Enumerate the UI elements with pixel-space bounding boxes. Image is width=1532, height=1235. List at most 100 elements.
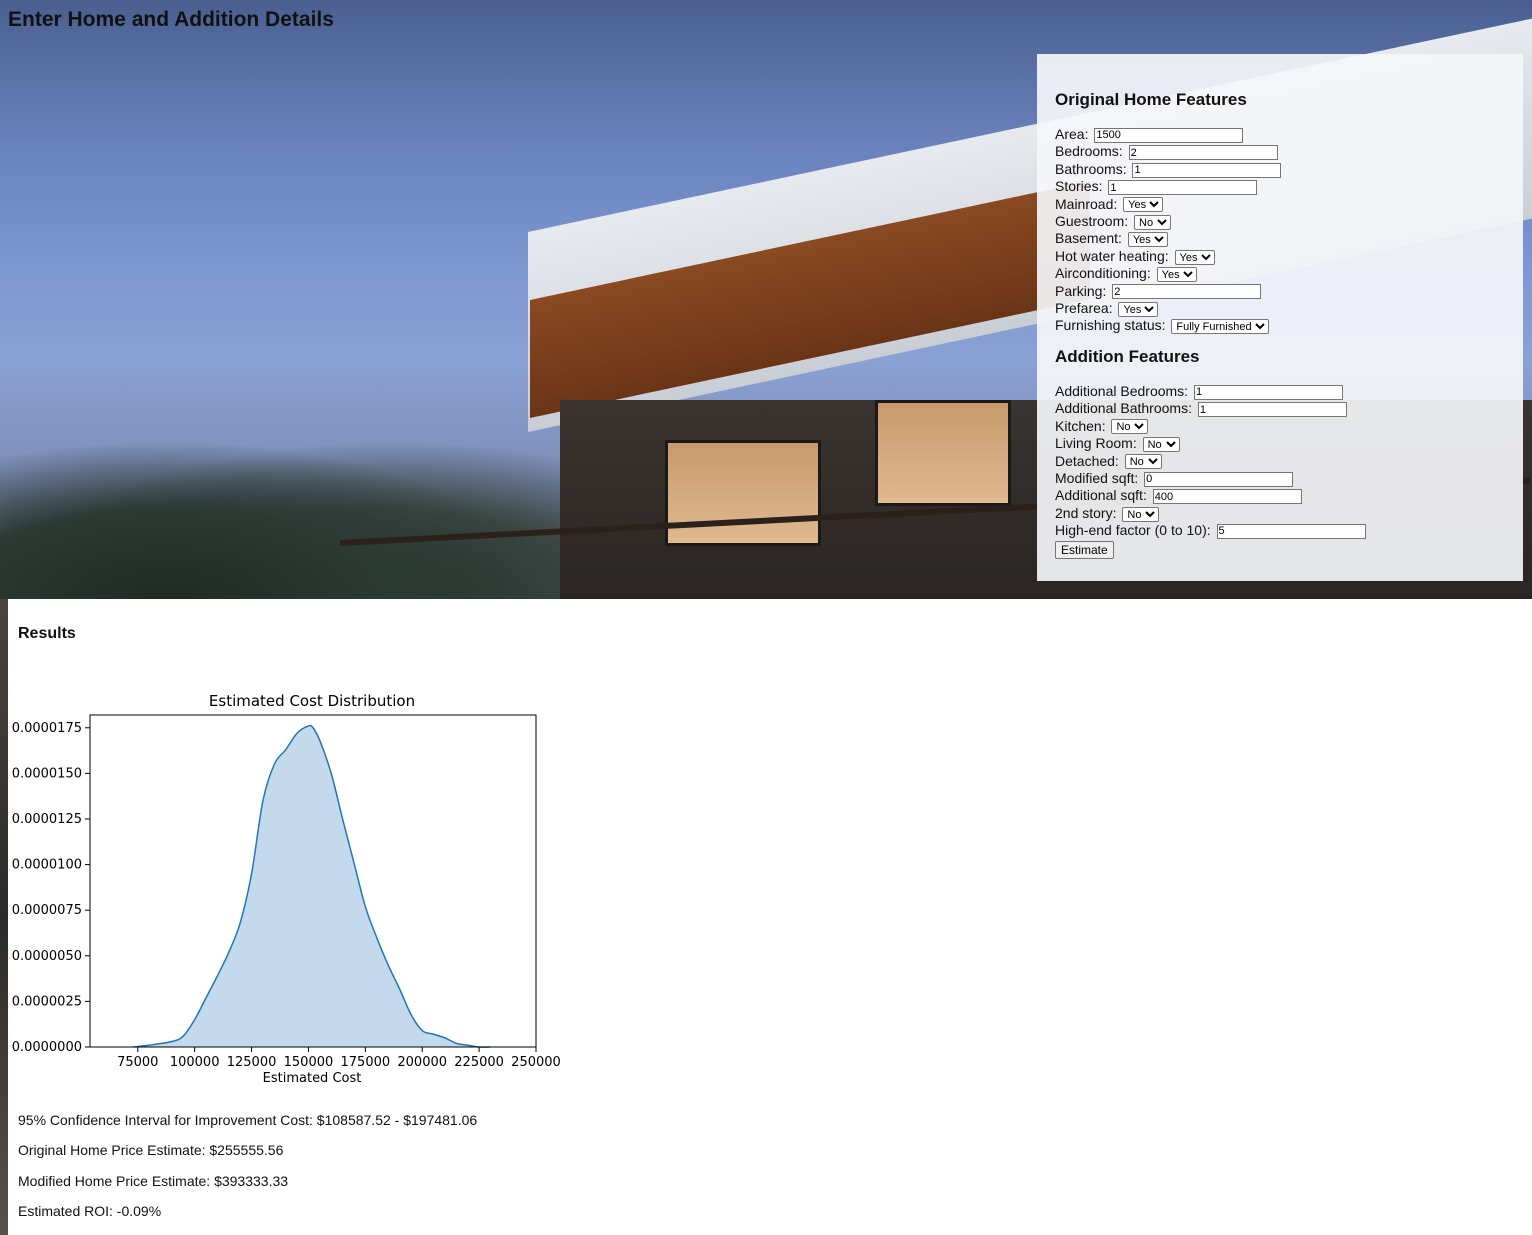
x-tick-label: 250000 — [511, 1055, 561, 1070]
confidence-interval-text: 95% Confidence Interval for Improvement … — [18, 1112, 478, 1128]
basement-label: Basement: — [1055, 230, 1122, 247]
detached-select[interactable]: No — [1124, 454, 1162, 470]
form-row-basement: Basement: Yes — [1055, 230, 1505, 248]
airconditioning-label: Airconditioning: — [1055, 265, 1151, 282]
guestroom-label: Guestroom: — [1055, 213, 1129, 230]
living-room-select[interactable]: No — [1142, 436, 1180, 452]
second-story-select[interactable]: No — [1122, 506, 1160, 522]
form-row-additional-bedrooms: Additional Bedrooms: — [1055, 383, 1505, 400]
background-edge — [0, 599, 8, 1235]
parking-input[interactable] — [1112, 284, 1262, 300]
addition-features-fields: Additional Bedrooms: Additional Bathroom… — [1055, 383, 1505, 540]
form-row-prefarea: Prefarea: Yes — [1055, 300, 1505, 317]
x-tick-label: 225000 — [454, 1055, 504, 1070]
additional-sqft-label: Additional sqft: — [1055, 487, 1147, 504]
bedrooms-label: Bedrooms: — [1055, 143, 1123, 160]
mainroad-select[interactable]: Yes — [1123, 197, 1164, 213]
original-price-text: Original Home Price Estimate: $255555.56 — [18, 1142, 284, 1158]
form-row-additional-sqft: Additional sqft: — [1055, 487, 1505, 505]
density-fill — [133, 725, 491, 1048]
x-tick-label: 125000 — [227, 1055, 277, 1070]
form-row-second-story: 2nd story: No — [1055, 505, 1505, 522]
trees-image — [0, 440, 560, 599]
form-row-living-room: Living Room: No — [1055, 435, 1505, 452]
additional-bathrooms-input[interactable] — [1197, 402, 1347, 418]
additional-bathrooms-label: Additional Bathrooms: — [1055, 400, 1192, 417]
y-tick-label: 0.0000150 — [12, 766, 82, 781]
hot-water-heating-select[interactable]: Yes — [1174, 249, 1215, 265]
house-window-image — [665, 440, 821, 546]
home-details-form: Original Home Features Area: Bedrooms: B… — [1037, 54, 1523, 581]
y-tick-label: 0.0000000 — [12, 1040, 82, 1055]
furnishing-status-label: Furnishing status: — [1055, 317, 1166, 334]
roi-text: Estimated ROI: -0.09% — [18, 1203, 162, 1219]
area-input[interactable] — [1094, 127, 1244, 143]
results-section: Results Estimated Cost Distribution Esti… — [0, 599, 1532, 1235]
y-tick-label: 0.0000175 — [12, 721, 82, 736]
y-tick-label: 0.0000125 — [12, 812, 82, 827]
kitchen-label: Kitchen: — [1055, 417, 1106, 434]
x-tick-label: 200000 — [397, 1055, 447, 1070]
additional-bedrooms-input[interactable] — [1193, 384, 1343, 400]
additional-sqft-input[interactable] — [1152, 489, 1302, 505]
addition-features-heading: Addition Features — [1055, 346, 1200, 366]
mainroad-label: Mainroad: — [1055, 195, 1118, 212]
guestroom-select[interactable]: No — [1134, 214, 1172, 230]
y-tick-label: 0.0000050 — [12, 949, 82, 964]
form-row-bedrooms: Bedrooms: — [1055, 143, 1505, 161]
bedrooms-input[interactable] — [1128, 145, 1278, 161]
original-features-heading: Original Home Features — [1055, 90, 1247, 109]
x-tick-label: 100000 — [170, 1055, 220, 1070]
prefarea-label: Prefarea: — [1055, 300, 1113, 317]
modified-sqft-label: Modified sqft: — [1055, 469, 1139, 486]
form-row-furnishing-status: Furnishing status: Fully Furnished — [1055, 317, 1505, 335]
house-window-image — [875, 400, 1011, 506]
form-row-area: Area: — [1055, 126, 1505, 143]
form-row-bathrooms: Bathrooms: — [1055, 161, 1505, 178]
living-room-label: Living Room: — [1055, 435, 1137, 452]
airconditioning-select[interactable]: Yes — [1156, 267, 1197, 283]
form-row-kitchen: Kitchen: No — [1055, 418, 1505, 435]
form-row-parking: Parking: — [1055, 283, 1505, 300]
basement-select[interactable]: Yes — [1127, 232, 1168, 248]
modified-sqft-input[interactable] — [1144, 471, 1294, 487]
x-tick-label: 150000 — [284, 1055, 334, 1070]
chart-x-axis-label: Estimated Cost — [263, 1071, 362, 1082]
form-row-hot-water-heating: Hot water heating: Yes — [1055, 248, 1505, 265]
y-tick-label: 0.0000025 — [12, 994, 82, 1009]
form-row-modified-sqft: Modified sqft: — [1055, 470, 1505, 487]
form-row-guestroom: Guestroom: No — [1055, 213, 1505, 230]
form-row-detached: Detached: No — [1055, 453, 1505, 470]
area-label: Area: — [1055, 126, 1089, 142]
modified-price-text: Modified Home Price Estimate: $393333.33 — [18, 1173, 289, 1189]
form-row-airconditioning: Airconditioning: Yes — [1055, 265, 1505, 283]
furnishing-status-select[interactable]: Fully Furnished — [1171, 319, 1270, 335]
kitchen-select[interactable]: No — [1111, 419, 1149, 435]
results-heading: Results — [18, 625, 76, 642]
form-row-mainroad: Mainroad: Yes — [1055, 196, 1505, 213]
stories-label: Stories: — [1055, 178, 1103, 195]
bathrooms-label: Bathrooms: — [1055, 160, 1127, 177]
x-tick-label: 175000 — [341, 1055, 391, 1070]
bathrooms-input[interactable] — [1132, 162, 1282, 178]
form-row-high-end-factor: High-end factor (0 to 10): — [1055, 522, 1505, 539]
page-title: Enter Home and Addition Details — [8, 8, 334, 31]
chart-title: Estimated Cost Distribution — [209, 692, 415, 710]
x-tick-label: 75000 — [117, 1055, 158, 1070]
original-features-fields: Area: Bedrooms: Bathrooms: Stories: Main… — [1055, 126, 1505, 335]
form-row-stories: Stories: — [1055, 178, 1505, 196]
parking-label: Parking: — [1055, 282, 1107, 299]
high-end-factor-input[interactable] — [1216, 523, 1366, 539]
prefarea-select[interactable]: Yes — [1118, 301, 1159, 317]
hot-water-heating-label: Hot water heating: — [1055, 247, 1169, 264]
stories-input[interactable] — [1108, 180, 1258, 196]
cost-distribution-chart: Estimated Cost Distribution Estimated Co… — [12, 692, 561, 1082]
form-row-additional-bathrooms: Additional Bathrooms: — [1055, 400, 1505, 418]
second-story-label: 2nd story: — [1055, 504, 1117, 521]
y-tick-label: 0.0000100 — [12, 858, 82, 873]
high-end-factor-label: High-end factor (0 to 10): — [1055, 522, 1211, 539]
additional-bedrooms-label: Additional Bedrooms: — [1055, 382, 1189, 399]
estimate-button[interactable]: Estimate — [1055, 540, 1114, 559]
y-tick-label: 0.0000075 — [12, 903, 82, 918]
detached-label: Detached: — [1055, 452, 1119, 469]
